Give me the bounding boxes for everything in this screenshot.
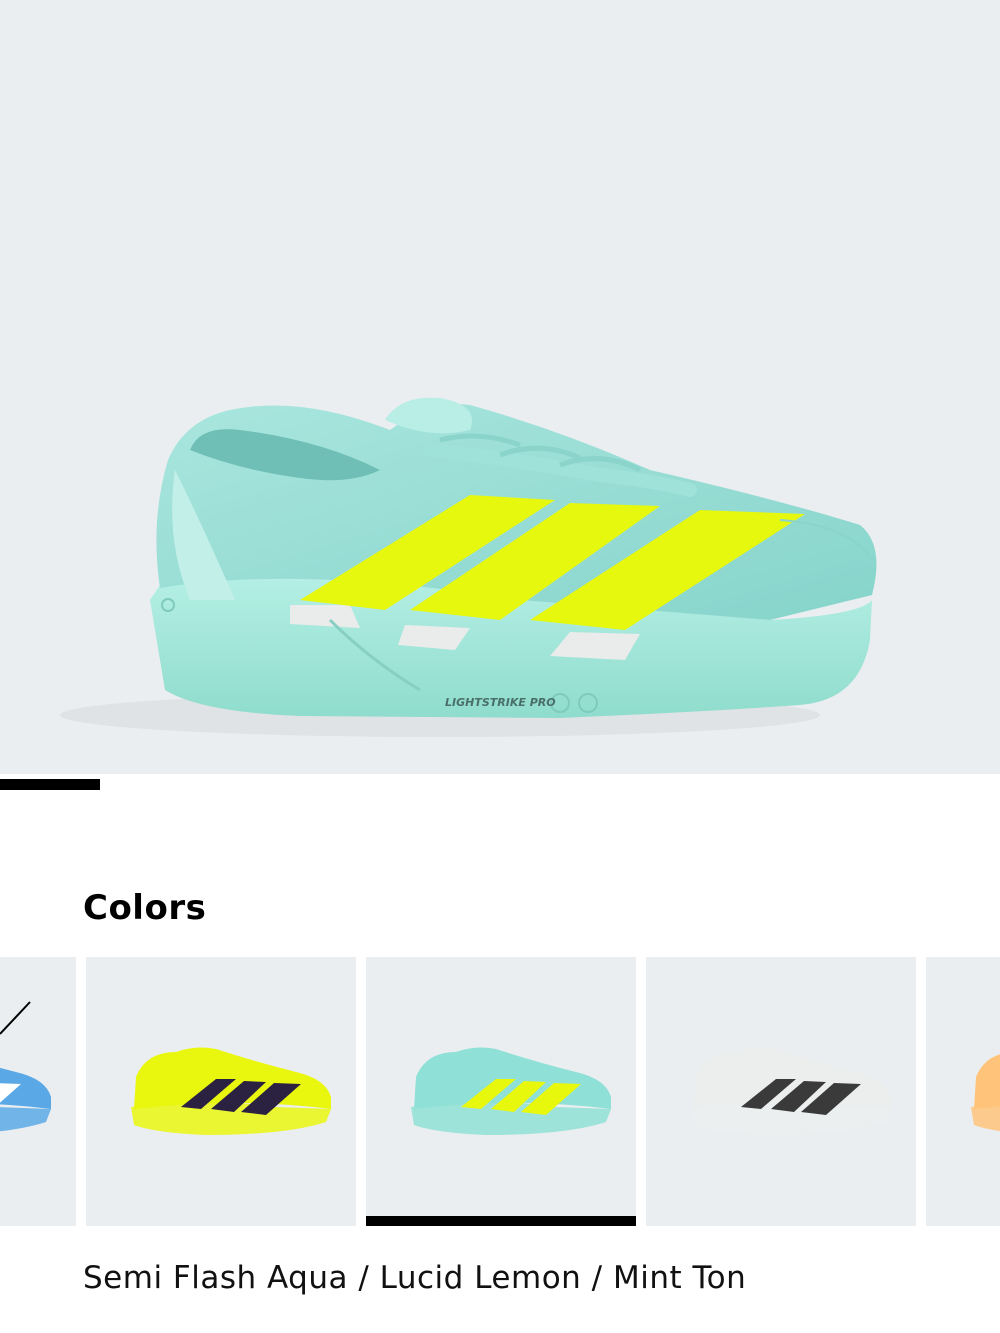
product-image: LIGHTSTRIKE PRO [60,397,877,737]
swatch-shoe-image [0,1001,51,1132]
swatch-shoe-image [971,1054,1000,1132]
gallery-progress-fill [0,779,100,790]
semi-flash-aqua-swatch[interactable] [366,957,636,1226]
gallery-progress-bar [0,779,1000,790]
swatch-shoe-image [691,1047,891,1135]
colors-section-title: Colors [83,888,207,928]
white-swatch[interactable] [646,957,916,1226]
selected-swatch-indicator [366,1216,636,1226]
blue-swatch[interactable] [0,957,76,1226]
lucid-lemon-swatch[interactable] [86,957,356,1226]
color-swatch-carousel[interactable] [0,957,1000,1229]
product-image-gallery[interactable]: LIGHTSTRIKE PRO [0,0,1000,774]
swatch-shoe-image [411,1047,611,1135]
selected-color-name: Semi Flash Aqua / Lucid Lemon / Mint Ton [83,1260,747,1296]
swatch-shoe-image [131,1047,331,1135]
sole-print-label: LIGHTSTRIKE PRO [445,696,556,709]
orange-swatch[interactable] [926,957,1000,1226]
